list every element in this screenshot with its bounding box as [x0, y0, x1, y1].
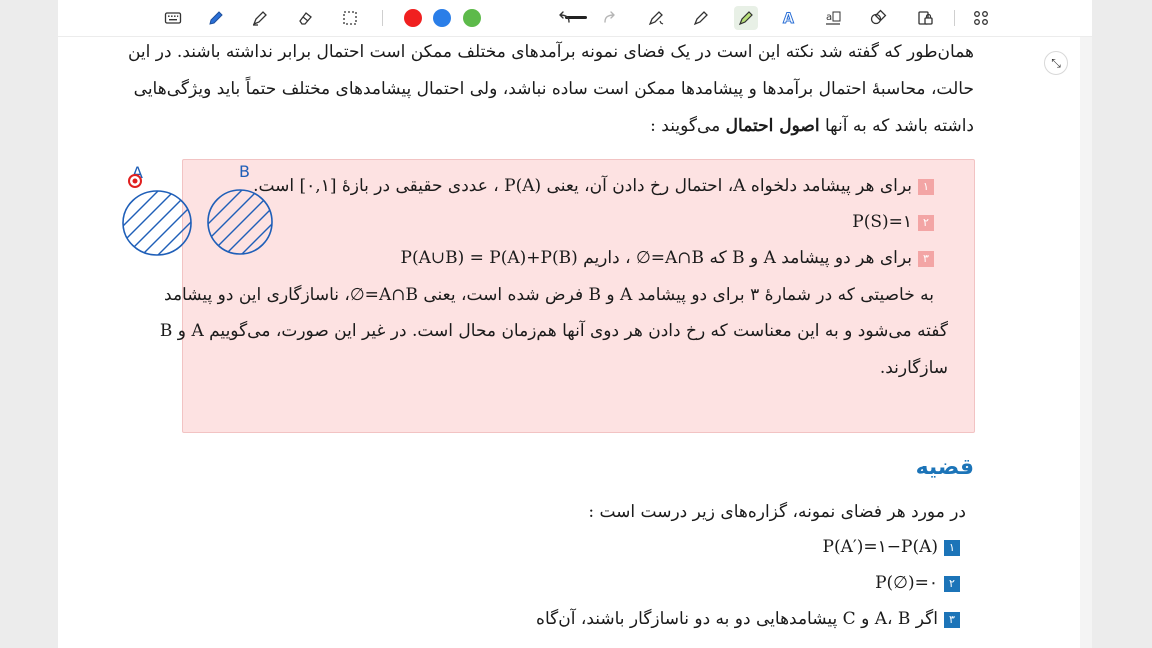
keyboard-icon[interactable] — [161, 6, 185, 30]
axiom-3-formula: P(A∪B) = P(A)+P(B) — [400, 248, 578, 268]
set-b-circle — [207, 189, 273, 255]
theorem-heading: قضیه — [915, 455, 974, 480]
handwritten-venn-sketch: A B — [122, 162, 273, 256]
lasso-icon[interactable] — [338, 6, 362, 30]
theorem-3-number: ۳ — [944, 611, 960, 628]
theorem-1-number: ۱ — [944, 539, 960, 556]
svg-text:A: A — [783, 11, 794, 27]
magic-pen-icon[interactable] — [644, 6, 668, 30]
note-line-1: به خاصیتی که در شمارهٔ ۳ برای دو پیشامد … — [164, 285, 934, 305]
svg-text:a: a — [826, 12, 832, 23]
axiom-3-number: ۳ — [918, 250, 934, 267]
intro-line-2: حالت، محاسبهٔ احتمال برآمدها و پیشامدها … — [133, 79, 974, 99]
axiom-1-number: ۱ — [918, 178, 934, 195]
axiom-2: ۲ P(S)=۱ — [852, 204, 934, 240]
axiom-1: ۱ برای هر پیشامد دلخواه A، احتمال رخ دادن… — [253, 168, 934, 204]
text-style-icon[interactable]: A — [777, 6, 801, 30]
theorem-intro: در مورد هر فضای نمونه، گزاره‌های زیر درس… — [588, 502, 966, 522]
eraser-icon[interactable] — [293, 6, 317, 30]
sketch-label-b: B — [239, 162, 250, 181]
scrollbar[interactable] — [1080, 36, 1092, 648]
axioms-term: اصول احتمال — [725, 116, 820, 136]
marker-icon[interactable] — [734, 6, 758, 30]
color-blue-swatch[interactable] — [433, 9, 451, 27]
shape-pen-icon[interactable] — [689, 6, 713, 30]
axiom-3-text: برای هر دو پیشامد A و B که A∩B=∅ ، داریم — [583, 248, 912, 268]
redo-icon[interactable] — [598, 6, 622, 30]
theorem-3-text: اگر A، B و C پیشامدهایی دو به دو ناسازگا… — [536, 609, 938, 629]
note-line-2: گفته می‌شود و به این معناست که رخ دادن ه… — [159, 321, 948, 341]
pen-icon[interactable] — [204, 6, 228, 30]
intro-line-1: همان‌طور که گفته شد نکته این است در یک ف… — [127, 42, 974, 62]
toolbar-separator — [382, 10, 383, 26]
intro-line-3: داشته باشد که به آنها اصول احتمال می‌گوی… — [174, 108, 974, 144]
intro-line-3-start: داشته باشد که به آنها — [819, 116, 974, 136]
note-line-3: سازگارند. — [879, 358, 948, 378]
axiom-2-number: ۲ — [918, 214, 934, 231]
intro-line-3-end: می‌گویند : — [650, 116, 726, 136]
collapse-toggle[interactable]: ⤡ — [1044, 51, 1068, 75]
theorem-3: ۳ اگر A، B و C پیشامدهایی دو به دو ناسازگ… — [536, 601, 960, 637]
theorem-1-formula: P(A′)=۱−P(A) — [822, 537, 938, 557]
theorem-2-number: ۲ — [944, 575, 960, 592]
color-red-swatch[interactable] — [404, 9, 422, 27]
color-green-swatch[interactable] — [463, 9, 481, 27]
theorem-1: ۱ P(A′)=۱−P(A) — [823, 529, 960, 565]
axiom-2-formula: P(S)=۱ — [852, 212, 912, 232]
grid-icon[interactable] — [969, 6, 993, 30]
highlighter-icon[interactable] — [248, 6, 272, 30]
lock-icon[interactable] — [913, 6, 937, 30]
theorem-2: ۲ P(∅)=۰ — [875, 565, 960, 601]
axiom-1-text: برای هر پیشامد دلخواه A، احتمال رخ دادن … — [253, 176, 912, 196]
annotation-toolbar: A a — [58, 0, 1092, 37]
text-box-icon[interactable]: a — [821, 6, 845, 30]
undo-icon[interactable] — [552, 6, 576, 30]
toolbar-separator — [954, 10, 955, 26]
axiom-3: ۳ برای هر دو پیشامد A و B که A∩B=∅ ، داری… — [401, 240, 934, 276]
theorem-2-formula: P(∅)=۰ — [875, 573, 938, 593]
shapes-icon[interactable] — [866, 6, 890, 30]
